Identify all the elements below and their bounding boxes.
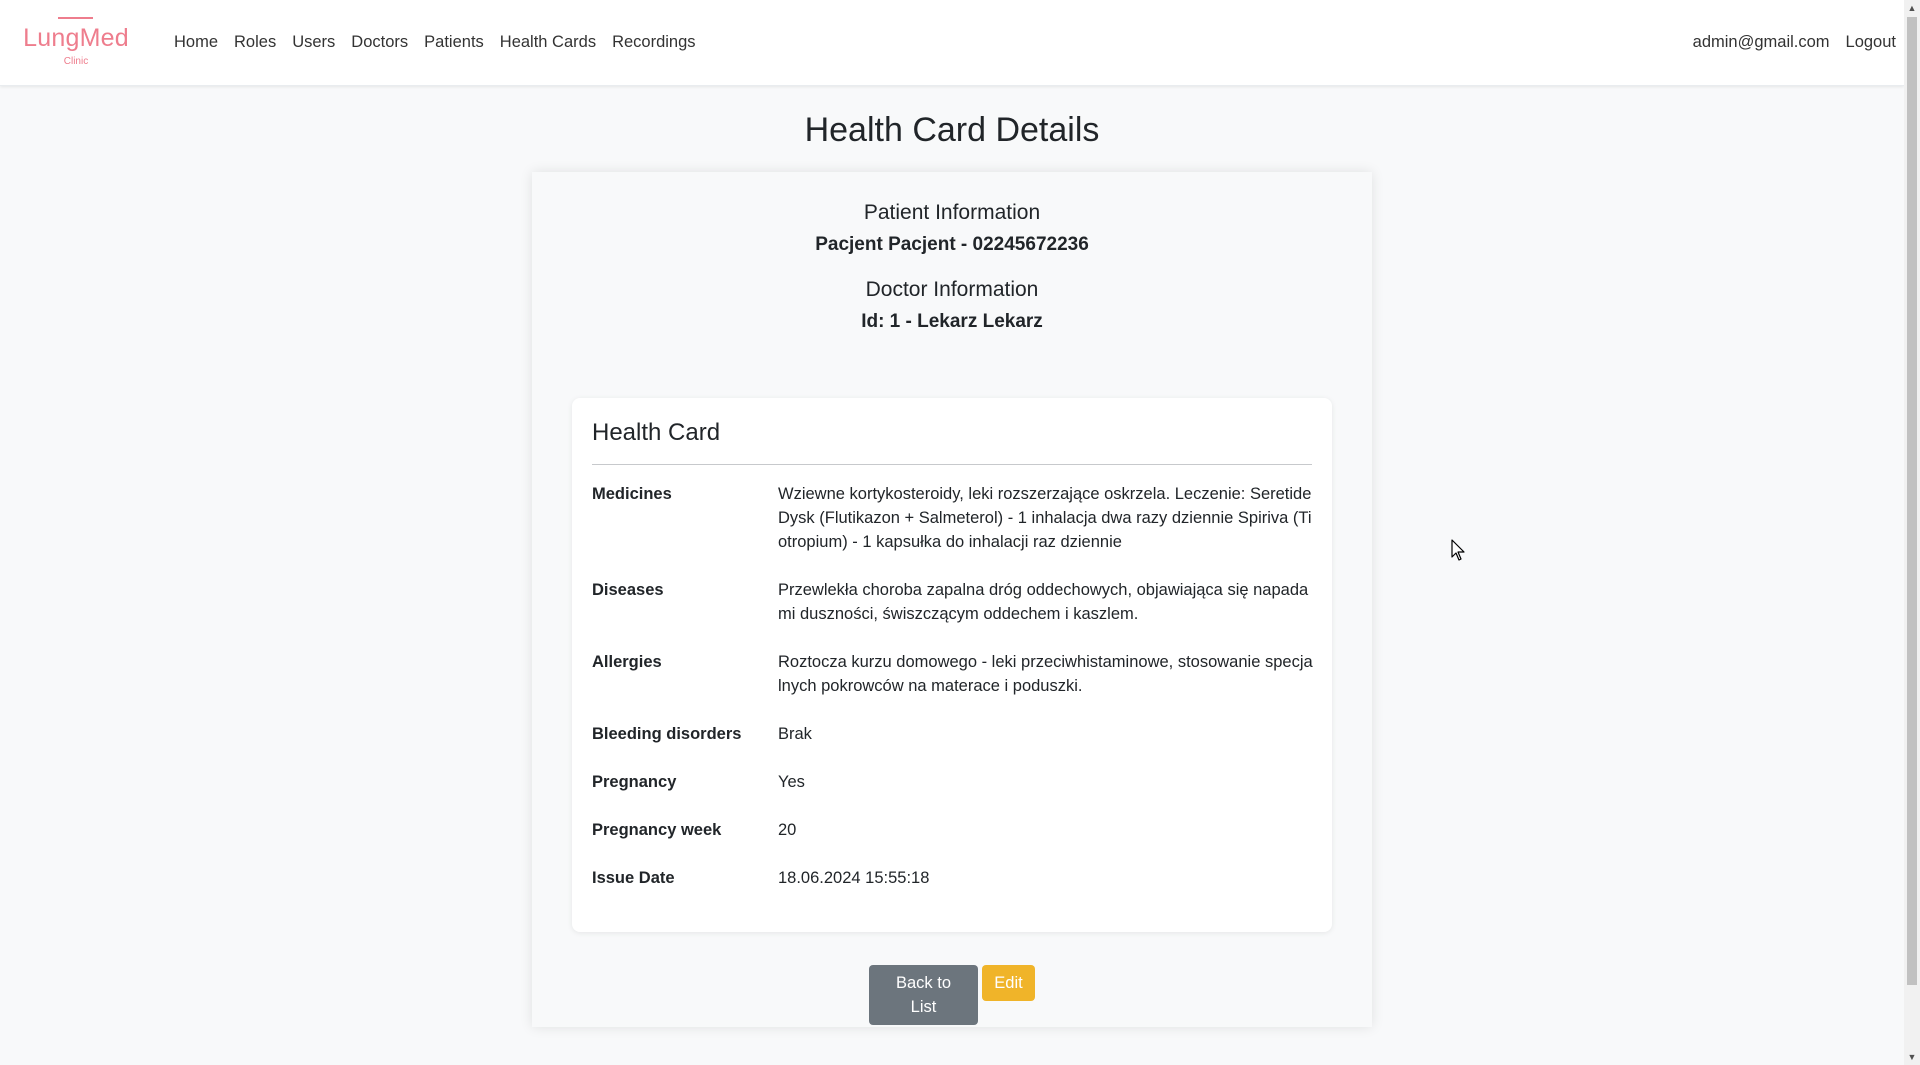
patient-info-heading: Patient Information	[863, 201, 1041, 224]
nav-link-doctors[interactable]: Doctors	[343, 30, 416, 54]
action-buttons: Back to List Edit	[532, 965, 1372, 1025]
brand-logo[interactable]: LungMed Clinic	[18, 16, 134, 70]
nav-link-health-cards[interactable]: Health Cards	[492, 30, 604, 54]
mouse-cursor-icon	[1451, 539, 1465, 561]
bleeding-disorders-value: Brak	[778, 725, 812, 743]
issue-date-label: Issue Date	[592, 869, 675, 887]
doctor-info-heading: Doctor Information	[865, 278, 1039, 301]
logout-link[interactable]: Logout	[1838, 30, 1904, 54]
nav-user-area: admin@gmail.com Logout	[1685, 30, 1904, 54]
brand-subtitle: Clinic	[63, 56, 89, 67]
pregnancy-week-value: 20	[778, 821, 797, 839]
pregnancy-value: Yes	[778, 773, 805, 791]
health-card-title: Health Card	[592, 419, 721, 446]
details-card: Patient Information Pacjent Pacjent - 02…	[532, 172, 1372, 1027]
nav-links: Home Roles Users Doctors Patients Health…	[166, 30, 704, 54]
doctor-info-value: Id: 1 - Lekarz Lekarz	[861, 311, 1043, 332]
vertical-scrollbar[interactable]: ▲ ▼	[1904, 0, 1920, 1065]
allergies-label: Allergies	[592, 653, 662, 671]
nav-link-users[interactable]: Users	[284, 30, 343, 54]
allergies-value: Roztocza kurzu domowego - leki przeciwhi…	[778, 653, 1313, 695]
issue-date-value: 18.06.2024 15:55:18	[778, 869, 930, 887]
navbar: LungMed Clinic Home Roles Users Doctors …	[0, 0, 1904, 86]
page-title: Health Card Details	[804, 111, 1100, 149]
health-card-panel: Health Card Medicines Wziewne kortykoste…	[572, 398, 1332, 932]
diseases-value: Przewlekła choroba zapalna dróg oddechow…	[778, 581, 1309, 623]
brand-accent-bar	[58, 17, 93, 19]
pregnancy-label: Pregnancy	[592, 773, 677, 791]
nav-link-patients[interactable]: Patients	[416, 30, 492, 54]
medicines-value: Wziewne kortykosteroidy, leki rozszerzaj…	[778, 485, 1312, 551]
scroll-up-arrow-icon[interactable]: ▲	[1904, 0, 1920, 16]
page: LungMed Clinic Home Roles Users Doctors …	[0, 0, 1904, 1065]
edit-button[interactable]: Edit	[982, 965, 1035, 1001]
nav-link-recordings[interactable]: Recordings	[604, 30, 703, 54]
nav-link-home[interactable]: Home	[166, 30, 226, 54]
medicines-label: Medicines	[592, 485, 672, 503]
back-to-list-button[interactable]: Back to List	[869, 965, 978, 1025]
scroll-down-arrow-icon[interactable]: ▼	[1904, 1049, 1920, 1065]
nav-link-roles[interactable]: Roles	[226, 30, 284, 54]
bleeding-disorders-label: Bleeding disorders	[592, 725, 742, 743]
divider	[592, 464, 1312, 465]
user-email-link[interactable]: admin@gmail.com	[1685, 30, 1838, 54]
diseases-label: Diseases	[592, 581, 664, 599]
brand-name: LungMed	[23, 24, 129, 52]
pregnancy-week-label: Pregnancy week	[592, 821, 722, 839]
scrollbar-thumb[interactable]	[1907, 17, 1917, 985]
patient-info-value: Pacjent Pacjent - 02245672236	[815, 234, 1089, 255]
